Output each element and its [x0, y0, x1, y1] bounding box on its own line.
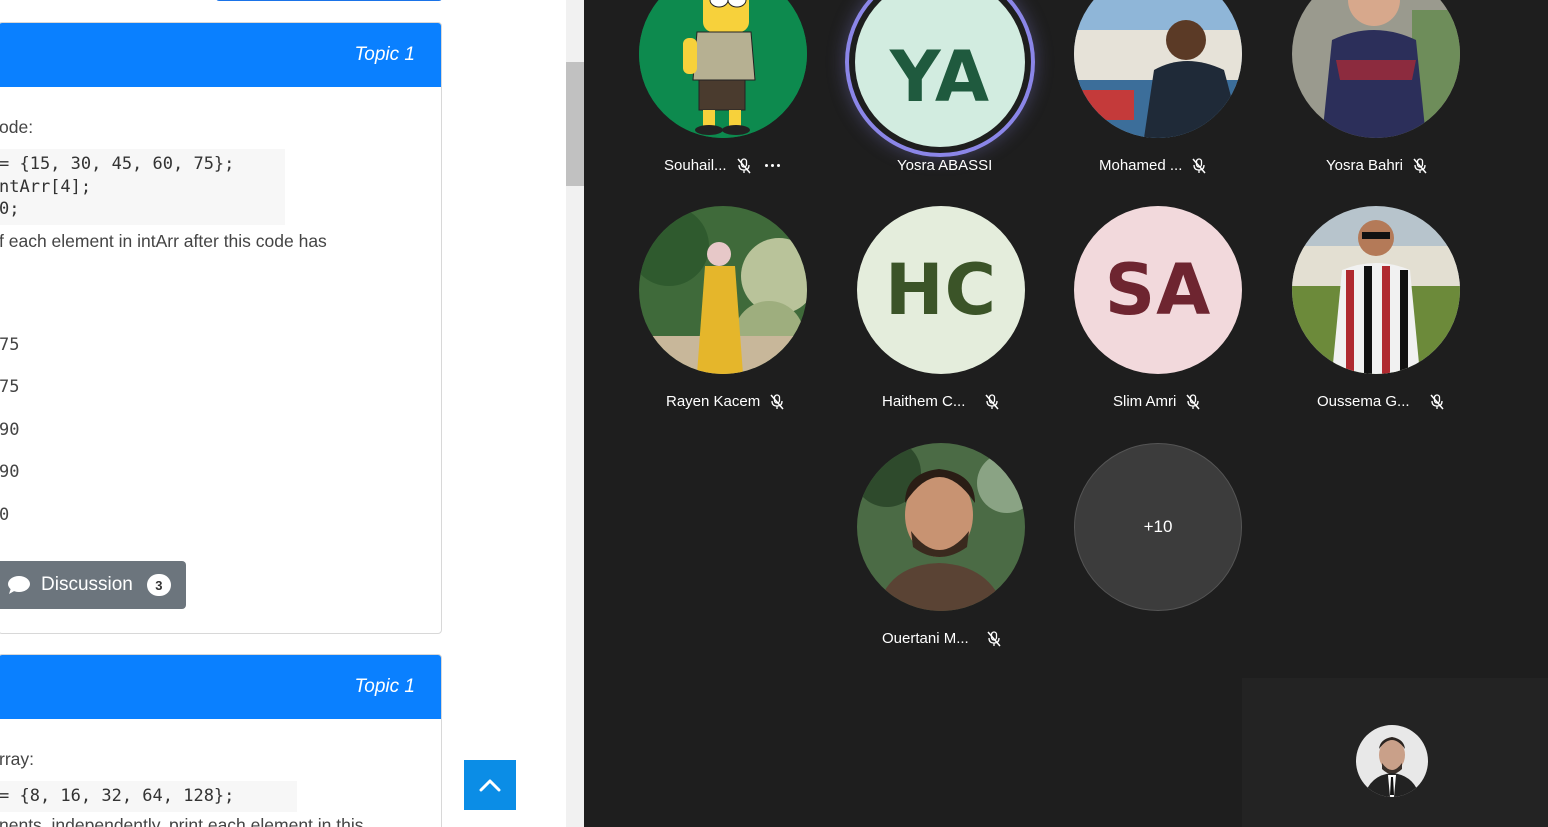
- participant-name: Slim Amri: [1113, 393, 1177, 410]
- participant-name: Rayen Kacem: [666, 393, 761, 410]
- answer-option[interactable]: 90: [0, 462, 19, 482]
- self-avatar: [1356, 725, 1428, 797]
- participant-name: Oussema G...: [1317, 393, 1410, 410]
- participant-name-row: Oussema G...: [1317, 393, 1444, 410]
- participant-name: Ouertani M...: [882, 630, 969, 647]
- chevron-up-icon: [479, 779, 501, 792]
- previous-card-edge: [216, 0, 442, 1]
- participant-name-row: Slim Amri: [1113, 393, 1200, 410]
- scroll-to-top-button[interactable]: [464, 760, 516, 810]
- code-line: = {15, 30, 45, 60, 75};: [0, 154, 235, 174]
- participant-name-row: Yosra ABASSI: [897, 157, 992, 174]
- code-block: = {8, 16, 32, 64, 128};: [0, 781, 297, 812]
- participant-name-row: Haithem C...: [882, 393, 999, 410]
- man-harbor-photo: [1074, 0, 1242, 138]
- discussion-count-badge: 3: [146, 574, 171, 596]
- woman-yellow-dress-garden-photo: [639, 206, 807, 374]
- quiz-page: Topic 1 ode: = {15, 30, 45, 60, 75}; ntA…: [0, 0, 566, 827]
- participant-initials: HC: [885, 249, 997, 331]
- question-card: Topic 1 ode: = {15, 30, 45, 60, 75}; ntA…: [0, 22, 442, 634]
- participant-avatar[interactable]: YA: [845, 0, 1035, 157]
- cartoon-character-photo: [639, 0, 807, 138]
- self-view-tile[interactable]: [1242, 678, 1548, 827]
- mic-off-icon: [987, 630, 1001, 647]
- question-prompt: nents, independently, print each element…: [0, 815, 364, 827]
- mic-off-icon: [1413, 157, 1427, 174]
- more-participants-button[interactable]: +10: [1074, 443, 1242, 611]
- topic-label: Topic 1: [354, 676, 415, 697]
- mic-off-icon: [736, 157, 751, 174]
- question-header: Topic 1: [0, 655, 441, 719]
- participant-name-row: Mohamed ...: [1099, 157, 1206, 174]
- code-line: 0;: [0, 199, 20, 219]
- man-beard-portrait-photo: [857, 443, 1025, 611]
- participant-name: Mohamed ...: [1099, 157, 1183, 174]
- code-block: = {15, 30, 45, 60, 75}; ntArr[4]; 0;: [0, 149, 285, 225]
- man-sunglasses-field-photo: [1292, 206, 1460, 374]
- question-prompt: f each element in intArr after this code…: [0, 231, 327, 251]
- participant-initials: YA: [889, 36, 991, 118]
- question-intro: ode:: [0, 117, 34, 137]
- initials-avatar[interactable]: SA: [1074, 206, 1242, 374]
- discussion-label: Discussion: [41, 574, 133, 595]
- code-line: = {8, 16, 32, 64, 128};: [0, 786, 235, 806]
- mic-off-icon: [770, 393, 784, 410]
- woman-scarf-photo: [1292, 0, 1460, 138]
- participant-avatar[interactable]: [1292, 0, 1460, 138]
- more-participants-count: +10: [1143, 517, 1173, 536]
- participant-avatar[interactable]: [639, 206, 807, 374]
- question-intro: rray:: [0, 749, 34, 769]
- participant-avatar[interactable]: [639, 0, 807, 138]
- more-options-icon[interactable]: [764, 164, 780, 167]
- mic-off-icon: [1186, 393, 1200, 410]
- participant-name: Haithem C...: [882, 393, 966, 410]
- mic-off-icon: [1429, 393, 1444, 410]
- participant-name: Souhail...: [664, 157, 727, 174]
- mic-off-icon: [985, 393, 999, 410]
- question-card: Topic 1 rray: = {8, 16, 32, 64, 128}; ne…: [0, 654, 442, 827]
- answer-option[interactable]: 75: [0, 377, 19, 397]
- answer-option[interactable]: 90: [0, 420, 19, 440]
- initials-avatar: YA: [855, 0, 1025, 147]
- speech-bubble-icon: [8, 576, 30, 594]
- participant-avatar[interactable]: [1074, 0, 1242, 138]
- scrollbar-thumb[interactable]: [566, 62, 584, 186]
- participant-name-row: Yosra Bahri: [1326, 157, 1427, 174]
- answer-option[interactable]: 75: [0, 335, 19, 355]
- participant-initials: SA: [1104, 249, 1212, 331]
- participant-name-row: Rayen Kacem: [666, 393, 784, 410]
- code-line: ntArr[4];: [0, 176, 92, 197]
- participant-avatar[interactable]: [1292, 206, 1460, 374]
- page-scrollbar[interactable]: [566, 0, 584, 827]
- participant-name-row: Ouertani M...: [882, 630, 1001, 647]
- participant-name: Yosra ABASSI: [897, 157, 993, 174]
- participant-name-row: Souhail...: [664, 157, 780, 174]
- mic-off-icon: [1192, 157, 1206, 174]
- question-header: Topic 1: [0, 23, 441, 87]
- participant-name: Yosra Bahri: [1326, 157, 1403, 174]
- initials-avatar[interactable]: HC: [857, 206, 1025, 374]
- discussion-button[interactable]: Discussion 3: [0, 561, 186, 609]
- topic-label: Topic 1: [354, 44, 415, 65]
- participant-avatar[interactable]: [857, 443, 1025, 611]
- meeting-grid: Souhail... YA Yosra ABASSI Mohamed ... Y…: [584, 0, 1548, 827]
- answer-option[interactable]: 0: [0, 505, 9, 525]
- man-suit-photo: [1356, 725, 1428, 797]
